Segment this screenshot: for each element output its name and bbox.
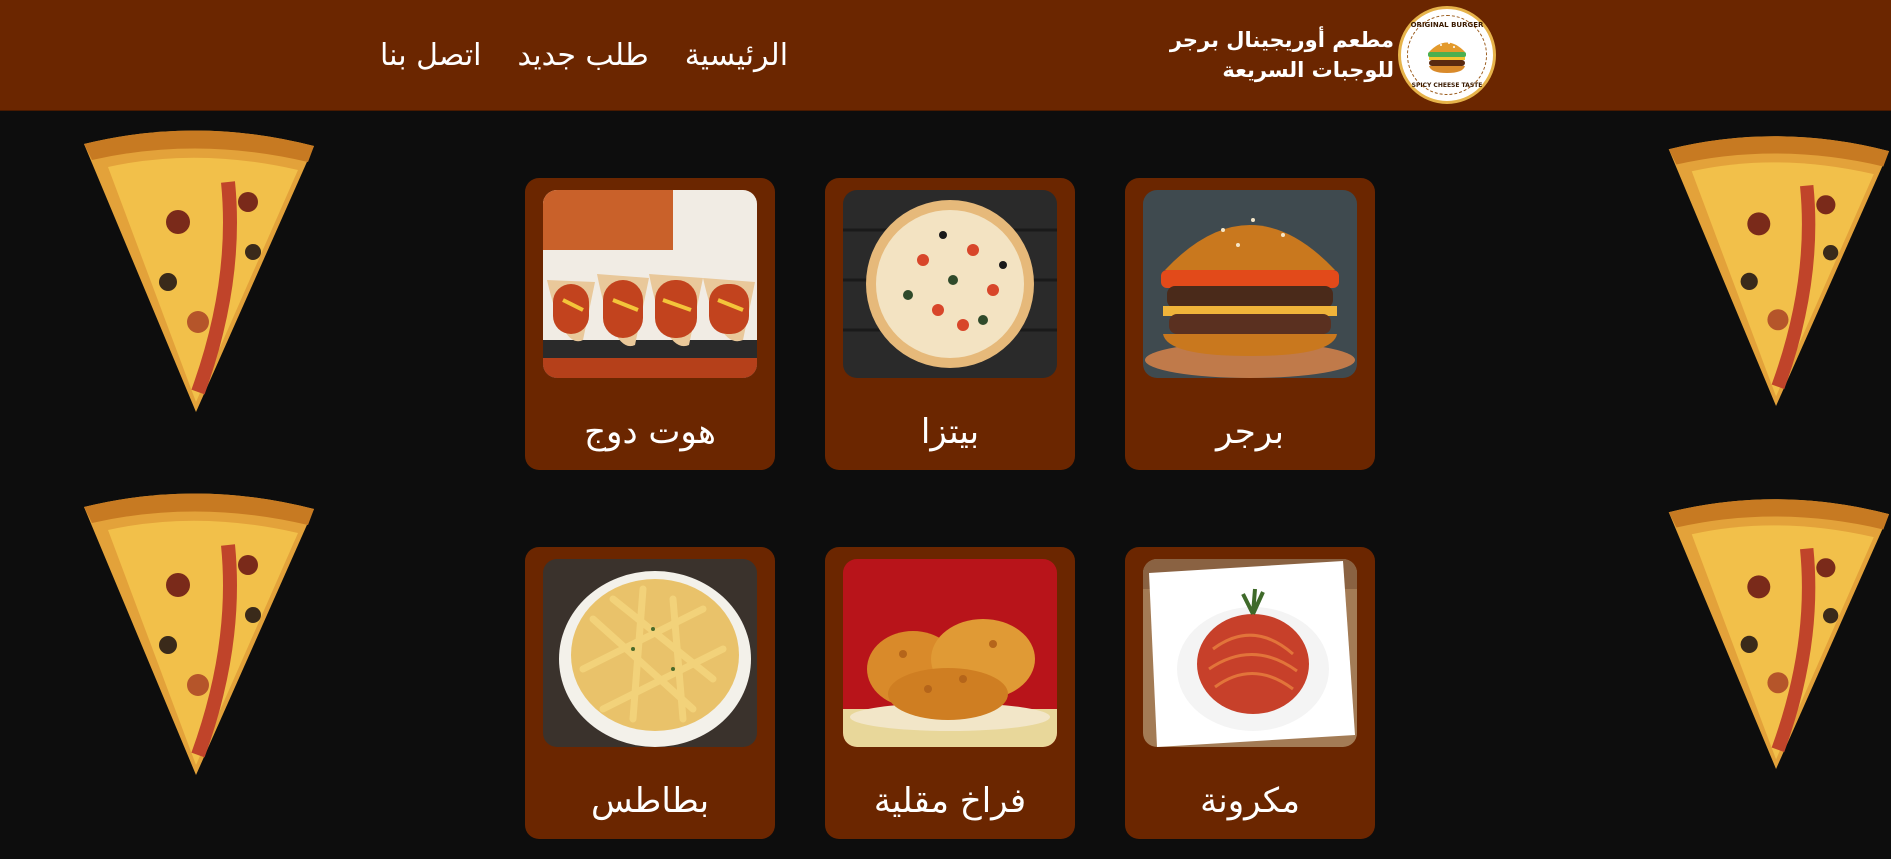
main-nav: اتصل بنا طلب جديد الرئيسية [380, 0, 788, 110]
menu-card-fries[interactable]: بطاطس [525, 547, 775, 839]
pizza-slice-decoration [1668, 499, 1890, 769]
brand-name: مطعم أوريجينال برجر للوجبات السريعة [1170, 25, 1394, 85]
nav-home[interactable]: الرئيسية [685, 38, 788, 73]
logo-top-text: ORIGINAL BURGER [1410, 21, 1484, 29]
burger-photo [1143, 190, 1357, 378]
nav-new-order[interactable]: طلب جديد [518, 38, 649, 73]
menu-card-label: بطاطس [590, 781, 710, 821]
logo: ORIGINAL BURGER SPICY CHEESE TASTE [1398, 6, 1496, 104]
brand-line-2: للوجبات السريعة [1222, 58, 1394, 82]
menu-card-label: بيتزا [920, 412, 980, 452]
menu-card-label: فراخ مقلية [873, 781, 1027, 821]
pizza-slice-decoration [84, 130, 314, 412]
logo-bottom-text: SPICY CHEESE TASTE [1411, 82, 1483, 89]
menu-card-hotdog[interactable]: هوت دوج [525, 178, 775, 470]
pizza-photo [843, 190, 1057, 378]
menu-card-label: هوت دوج [584, 412, 716, 452]
pasta-photo [1143, 559, 1357, 747]
menu-card-pizza[interactable]: بيتزا [825, 178, 1075, 470]
menu-card-label: مكرونة [1200, 781, 1300, 821]
fries-photo [543, 559, 757, 747]
menu-card-label: برجر [1216, 412, 1284, 452]
fried-chicken-photo [843, 559, 1057, 747]
menu-card-fried-chicken[interactable]: فراخ مقلية [825, 547, 1075, 839]
pizza-slice-decoration [1668, 136, 1890, 406]
hotdog-photo [543, 190, 757, 378]
nav-contact[interactable]: اتصل بنا [380, 38, 482, 73]
menu-card-burger[interactable]: برجر [1125, 178, 1375, 470]
menu-card-pasta[interactable]: مكرونة [1125, 547, 1375, 839]
brand-line-1: مطعم أوريجينال برجر [1169, 28, 1394, 52]
top-navbar: اتصل بنا طلب جديد الرئيسية مطعم أوريجينا… [0, 0, 1891, 111]
brand[interactable]: مطعم أوريجينال برجر للوجبات السريعة ORIG… [1170, 0, 1496, 110]
pizza-slice-decoration [84, 493, 314, 775]
